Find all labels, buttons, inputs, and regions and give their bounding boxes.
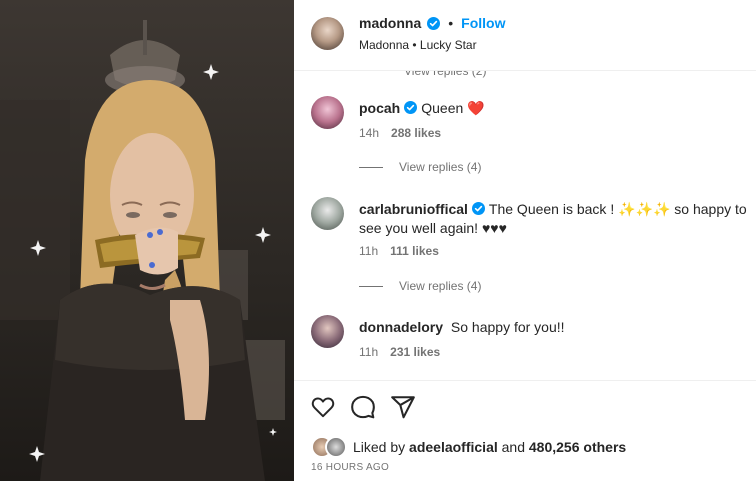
- owner-row: madonna • Follow: [359, 15, 505, 31]
- post-header: madonna • Follow Madonna • Lucky Star: [294, 0, 756, 71]
- liked-by-user[interactable]: adeelaofficial: [409, 439, 498, 455]
- commenter-username[interactable]: pocah: [359, 100, 400, 116]
- comment-item: donnadelory So happy for you!! 11h 231 l…: [311, 315, 751, 365]
- owner-username[interactable]: madonna: [359, 15, 421, 31]
- post-time[interactable]: 16 HOURS AGO: [311, 462, 389, 473]
- comment-time: 14h: [359, 126, 380, 140]
- post-panel: madonna • Follow Madonna • Lucky Star Vi…: [294, 0, 756, 481]
- commenter-avatar[interactable]: [311, 197, 344, 230]
- comment-item: pocah Queen ❤️ 14h 288 likes View replies…: [311, 96, 751, 176]
- post-photo: [0, 20, 285, 481]
- comment-meta: 11h 231 likes: [359, 345, 440, 359]
- view-replies-button[interactable]: View replies (4): [359, 160, 481, 174]
- view-replies-label: View replies (4): [399, 160, 482, 174]
- comment-item: carlabrunioffical The Queen is back ! ✨✨✨…: [311, 197, 751, 297]
- comment-text: donnadelory So happy for you!!: [359, 318, 749, 337]
- liked-by-and: and: [501, 439, 525, 455]
- view-replies-button[interactable]: View replies (4): [359, 279, 481, 293]
- replies-line: [359, 166, 383, 168]
- heart-icon[interactable]: [310, 394, 336, 420]
- liked-by-text: Liked by adeelaofficial and 480,256 othe…: [353, 439, 626, 455]
- comment-likes[interactable]: 231 likes: [390, 345, 440, 359]
- commenter-avatar[interactable]: [311, 315, 344, 348]
- comment-meta: 11h 111 likes: [359, 244, 439, 258]
- replies-line: [359, 285, 383, 287]
- commenter-avatar[interactable]: [311, 96, 344, 129]
- view-replies-label: View replies (4): [399, 279, 482, 293]
- verified-badge-icon: [471, 202, 485, 215]
- comment-likes[interactable]: 288 likes: [391, 126, 441, 140]
- owner-avatar[interactable]: [311, 17, 344, 50]
- comment-meta: 14h 288 likes: [359, 126, 441, 140]
- liked-by-row: Liked by adeelaofficial and 480,256 othe…: [311, 436, 626, 458]
- post-actions: Liked by adeelaofficial and 480,256 othe…: [294, 380, 756, 481]
- comment-time: 11h: [359, 244, 379, 258]
- comment-likes[interactable]: 111 likes: [390, 244, 439, 258]
- post-media[interactable]: [0, 0, 294, 481]
- comment-text: carlabrunioffical The Queen is back ! ✨✨✨…: [359, 200, 749, 238]
- commenter-username[interactable]: carlabrunioffical: [359, 201, 468, 217]
- comment-body: Queen: [421, 100, 464, 116]
- commenter-username[interactable]: donnadelory: [359, 319, 443, 335]
- separator-dot: •: [448, 15, 454, 31]
- liked-by-prefix: Liked by: [353, 439, 406, 455]
- comment-time: 11h: [359, 345, 379, 359]
- verified-badge-icon: [404, 101, 418, 114]
- heart-emoji-icon: ❤️: [467, 100, 485, 116]
- comment-text: pocah Queen ❤️: [359, 99, 749, 118]
- liked-by-avatar[interactable]: [325, 436, 347, 458]
- verified-badge-icon: [427, 16, 441, 30]
- liked-by-count[interactable]: 480,256 others: [529, 439, 626, 455]
- comment-body: So happy for you!!: [450, 319, 565, 335]
- audio-subtitle[interactable]: Madonna • Lucky Star: [359, 38, 477, 52]
- share-icon[interactable]: [390, 394, 416, 420]
- comment-icon[interactable]: [350, 394, 376, 420]
- follow-button[interactable]: Follow: [461, 15, 505, 31]
